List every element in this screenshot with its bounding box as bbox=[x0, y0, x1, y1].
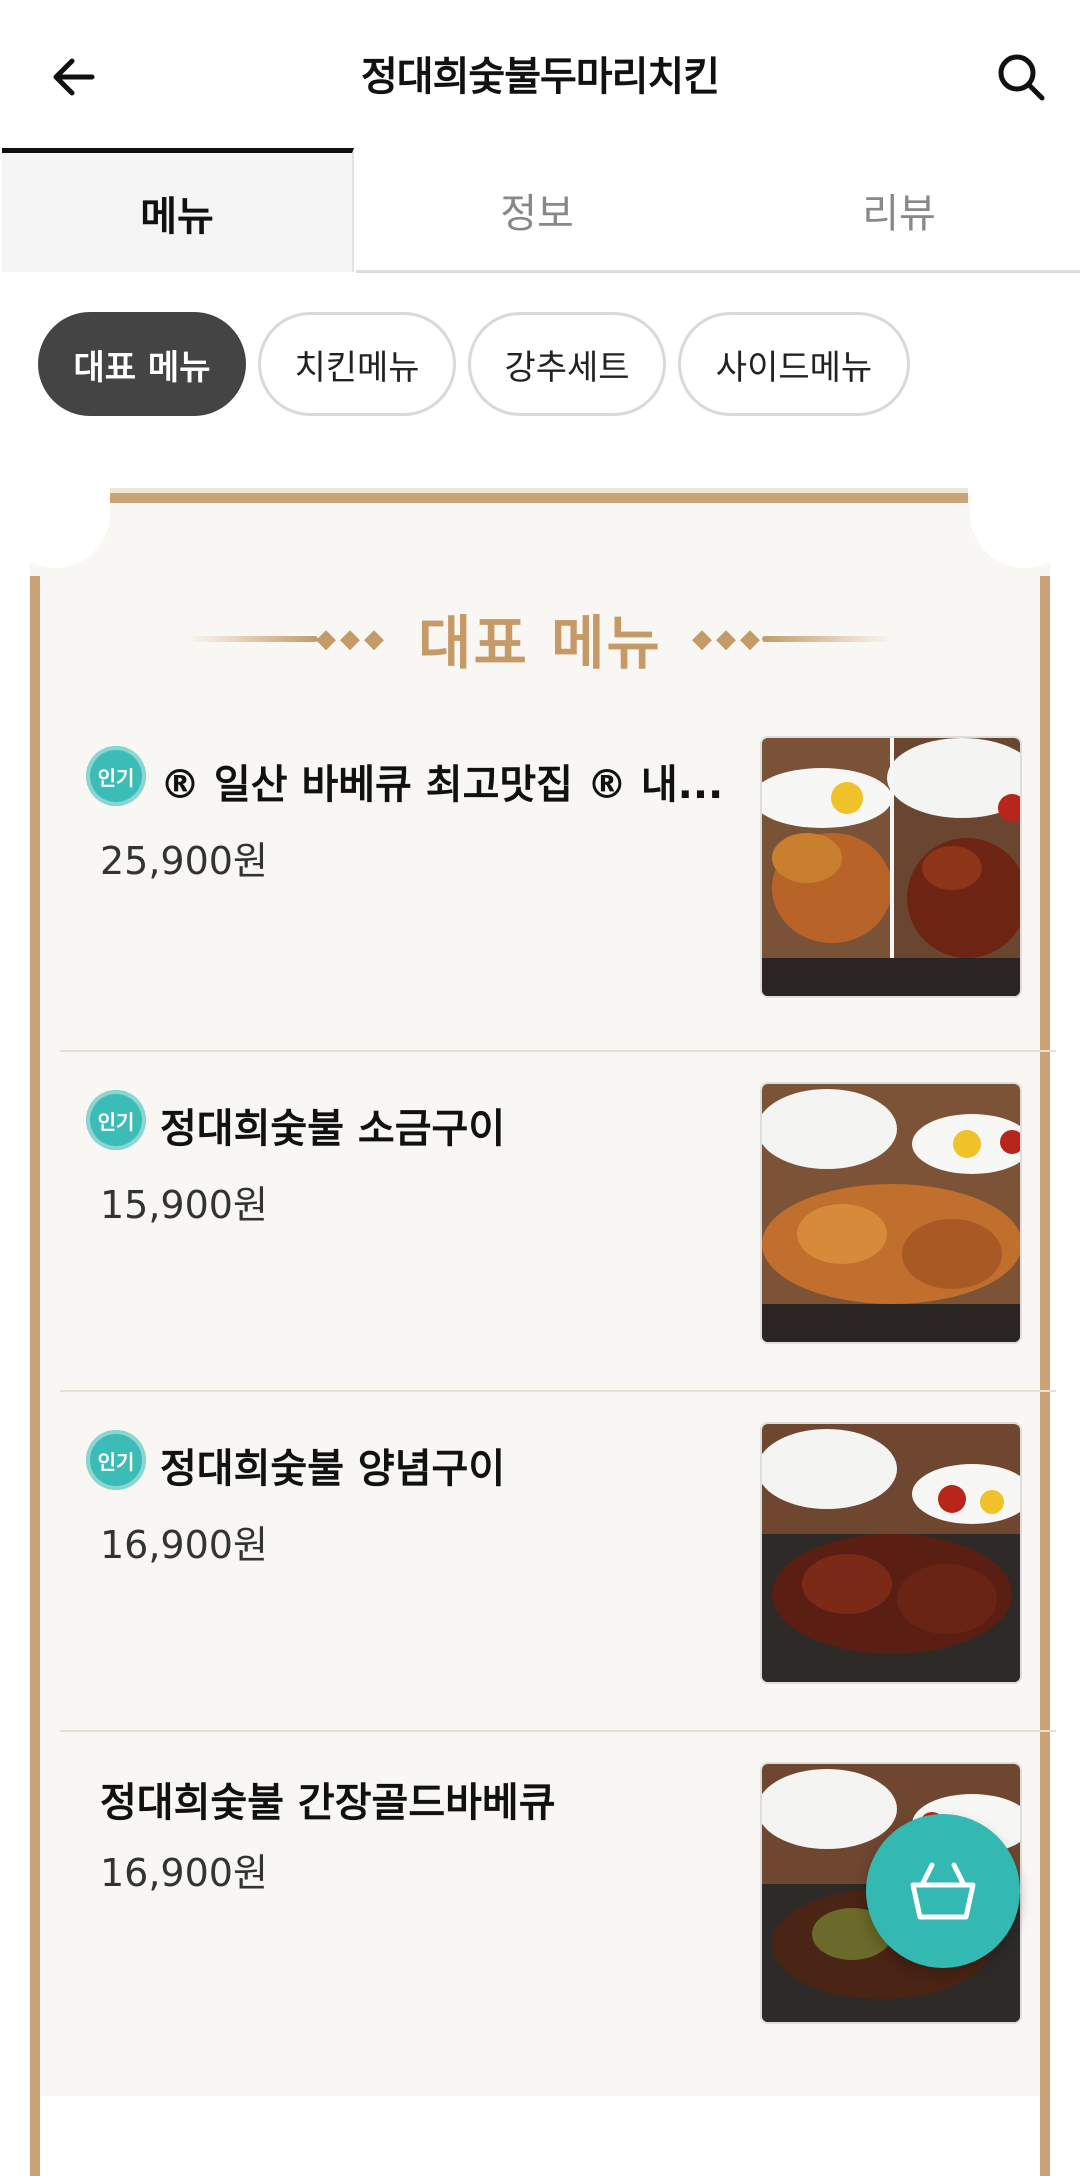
menu-item-name: 정대희숯불 간장골드바베큐 bbox=[100, 1780, 556, 1826]
chip-representative-menu[interactable]: 대표 메뉴 bbox=[38, 312, 246, 416]
tab-divider bbox=[356, 270, 1080, 273]
popular-badge: 인기 bbox=[86, 746, 146, 806]
board-corner-left bbox=[0, 458, 110, 568]
menu-item-name: ® 일산 바베큐 최고맛집 ® 내... bbox=[160, 762, 724, 808]
menu-item[interactable]: 인기 정대희숯불 소금구이 15,900원 bbox=[60, 1052, 1056, 1392]
chip-recommended-set[interactable]: 강추세트 bbox=[468, 312, 666, 416]
menu-item-name: 정대희숯불 소금구이 bbox=[160, 1106, 506, 1152]
section-title: 대표 메뉴 bbox=[418, 609, 662, 677]
menu-item-price: 16,900원 bbox=[100, 1523, 268, 1567]
tab-review[interactable]: 리뷰 bbox=[718, 148, 1080, 272]
app-header: 정대희숯불두마리치킨 bbox=[0, 0, 1080, 150]
popular-badge: 인기 bbox=[86, 1090, 146, 1150]
category-chips: 대표 메뉴 치킨메뉴 강추세트 사이드메뉴 bbox=[38, 312, 910, 420]
chip-side-menu[interactable]: 사이드메뉴 bbox=[678, 312, 910, 416]
menu-item-name: 정대희숯불 양념구이 bbox=[160, 1446, 506, 1492]
menu-item-photo bbox=[760, 1422, 1022, 1684]
basket-icon bbox=[910, 1862, 976, 1920]
board-left-border bbox=[30, 576, 40, 2176]
search-button[interactable] bbox=[988, 44, 1054, 110]
popular-badge: 인기 bbox=[86, 1430, 146, 1490]
board-top-border bbox=[110, 488, 968, 503]
cart-button[interactable] bbox=[866, 1814, 1020, 1968]
search-icon bbox=[998, 54, 1045, 101]
ornament-diamonds-right: ◆◆◆ bbox=[692, 624, 764, 654]
page-title: 정대희숯불두마리치킨 bbox=[361, 54, 720, 100]
menu-item-price: 16,900원 bbox=[100, 1851, 268, 1895]
menu-item[interactable]: 인기 정대희숯불 양념구이 16,900원 bbox=[60, 1392, 1056, 1732]
tab-bar: 메뉴 정보 리뷰 bbox=[0, 148, 1080, 274]
menu-item-photo bbox=[760, 736, 1022, 998]
board-corner-right bbox=[970, 458, 1080, 568]
menu-item-photo bbox=[760, 1082, 1022, 1344]
menu-item[interactable]: 인기 ® 일산 바베큐 최고맛집 ® 내... 25,900원 bbox=[60, 712, 1056, 1052]
chip-chicken-menu[interactable]: 치킨메뉴 bbox=[258, 312, 456, 416]
menu-item-price: 25,900원 bbox=[100, 839, 268, 883]
menu-item-price: 15,900원 bbox=[100, 1183, 268, 1227]
ornament-line-right bbox=[762, 636, 892, 642]
tab-menu[interactable]: 메뉴 bbox=[2, 148, 354, 272]
tab-info[interactable]: 정보 bbox=[356, 148, 718, 272]
